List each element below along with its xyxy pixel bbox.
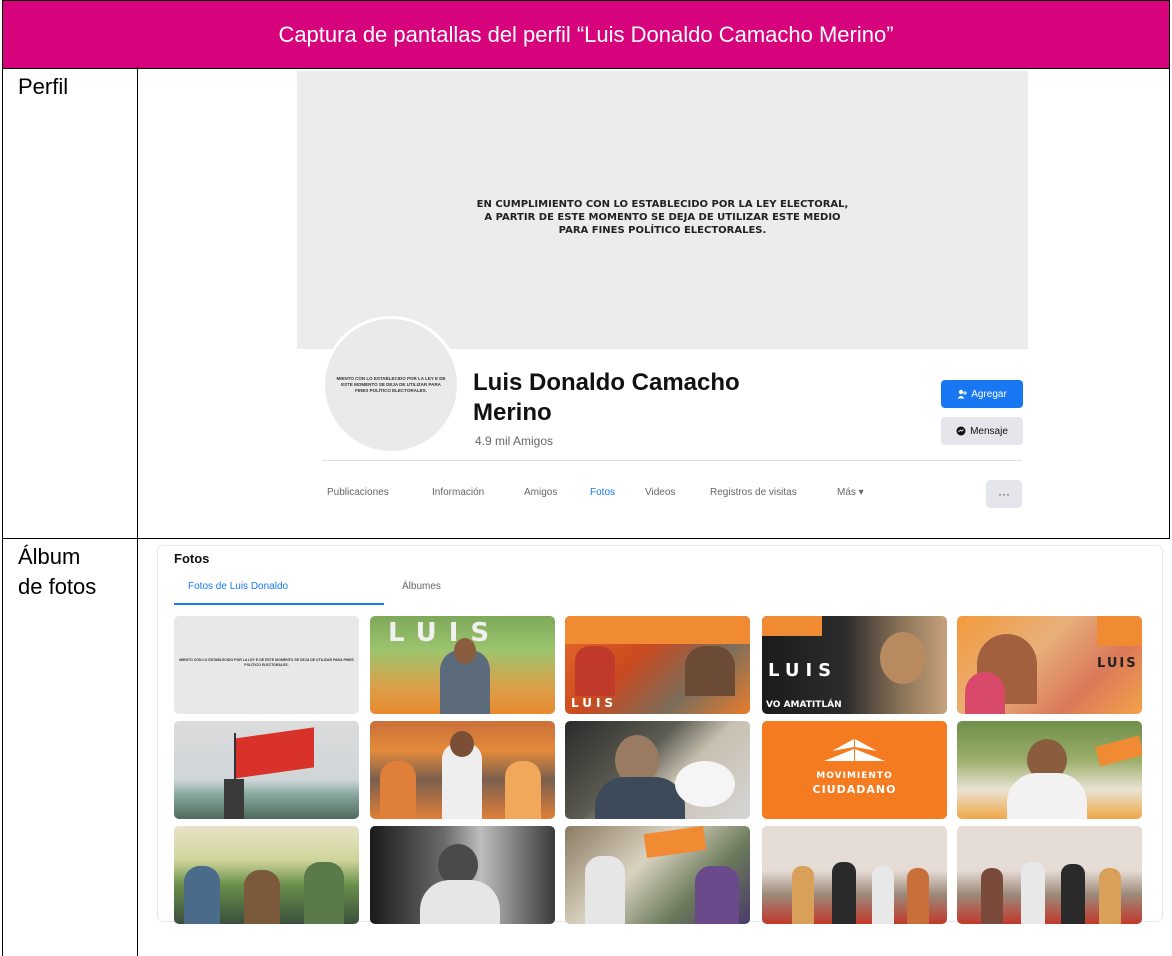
table-right-border: [1169, 67, 1170, 539]
avatar[interactable]: MIENTO CON LO ESTABLECIDO POR LA LEY E D…: [322, 316, 460, 454]
avatar-text: MIENTO CON LO ESTABLECIDO POR LA LEY E D…: [336, 376, 446, 393]
table-left-border: [2, 67, 3, 956]
tab-publicaciones[interactable]: Publicaciones: [327, 487, 389, 498]
photo-thumbnail-14[interactable]: [762, 826, 947, 924]
photo-thumbnail-13[interactable]: [565, 826, 750, 924]
cover-text-line-2: A PARTIR DE ESTE MOMENTO SE DEJA DE UTIL…: [484, 212, 841, 223]
photo-thumbnail-1[interactable]: MIENTO CON LO ESTABLECIDO POR LA LEY E D…: [174, 616, 359, 714]
photo-thumbnail-10[interactable]: [957, 721, 1142, 819]
profile-name-line-1: Luis Donaldo Camacho: [473, 369, 740, 396]
photo-thumbnail-3[interactable]: LUIS: [565, 616, 750, 714]
tab-mas[interactable]: Más ▾: [837, 487, 864, 498]
photo-thumbnail-2[interactable]: LUIS: [370, 616, 555, 714]
table-column-divider: [137, 67, 138, 956]
header-title: Captura de pantallas del perfil “Luis Do…: [278, 21, 894, 47]
tab-amigos[interactable]: Amigos: [524, 487, 557, 498]
photo-overlay-luis-right: LUIS: [1097, 656, 1138, 671]
photo-thumbnail-7[interactable]: [370, 721, 555, 819]
photo-thumbnail-6[interactable]: [174, 721, 359, 819]
profile-name: Luis Donaldo Camacho Merino: [473, 368, 740, 428]
tab-fotos-de-luis-donaldo[interactable]: Fotos de Luis Donaldo: [188, 581, 288, 592]
messenger-icon: [956, 426, 966, 436]
photo-thumbnail-text: MIENTO CON LO ESTABLECIDO POR LA LEY E D…: [179, 658, 354, 667]
active-tab-underline: [174, 603, 384, 605]
photos-title: Fotos: [174, 551, 210, 566]
tab-albumes[interactable]: Álbumes: [402, 581, 441, 592]
photo-thumbnail-9[interactable]: MOVIMIENTO CIUDADANO: [762, 721, 947, 819]
photo-thumbnail-12[interactable]: [370, 826, 555, 924]
cover-text-line-3: PARA FINES POLÍTICO ELECTORALES.: [558, 225, 767, 236]
tab-fotos[interactable]: Fotos: [590, 487, 615, 498]
cover-text-line-1: EN CUMPLIMIENTO CON LO ESTABLECIDO POR L…: [476, 199, 849, 210]
cover-photo: EN CUMPLIMIENTO CON LO ESTABLECIDO POR L…: [297, 71, 1028, 349]
photo-overlay-luis-dark: LUIS: [768, 660, 838, 681]
profile-divider: [322, 460, 1022, 461]
tab-registros-de-visitas[interactable]: Registros de visitas: [710, 487, 797, 498]
message-label: Mensaje: [970, 425, 1008, 437]
photo-thumbnail-4[interactable]: LUIS VO AMATITLÁN: [762, 616, 947, 714]
table-row-divider: [2, 538, 1170, 539]
tab-videos[interactable]: Videos: [645, 487, 675, 498]
photo-thumbnail-5[interactable]: LUIS: [957, 616, 1142, 714]
album-row-label-1: Álbum: [18, 544, 81, 569]
photo-thumbnail-11[interactable]: [174, 826, 359, 924]
photo-thumbnail-8[interactable]: [565, 721, 750, 819]
add-friend-icon: [957, 389, 968, 399]
profile-row-label: Perfil: [18, 74, 69, 99]
tab-informacion[interactable]: Información: [432, 487, 484, 498]
profile-name-line-2: Merino: [473, 399, 552, 426]
photo-thumbnail-15[interactable]: [957, 826, 1142, 924]
add-friend-button[interactable]: Agregar: [941, 380, 1023, 408]
message-button[interactable]: Mensaje: [941, 417, 1023, 445]
document-header: Captura de pantallas del perfil “Luis Do…: [2, 0, 1170, 69]
friends-count[interactable]: 4.9 mil Amigos: [475, 434, 553, 448]
photo-overlay-luis-small: LUIS: [571, 696, 618, 710]
photo-overlay-amatitlan: VO AMATITLÁN: [766, 700, 842, 710]
photo-overlay-luis: LUIS: [388, 618, 502, 648]
more-options-button[interactable]: ···: [986, 480, 1022, 508]
album-row-label-2: de fotos: [18, 574, 97, 599]
add-friend-label: Agregar: [971, 388, 1007, 400]
movimiento-ciudadano-logo: [824, 739, 885, 761]
photo-overlay-movimiento: MOVIMIENTO: [816, 771, 893, 781]
photo-overlay-ciudadano: CIUDADANO: [812, 783, 897, 796]
more-options-icon: ···: [998, 487, 1010, 501]
